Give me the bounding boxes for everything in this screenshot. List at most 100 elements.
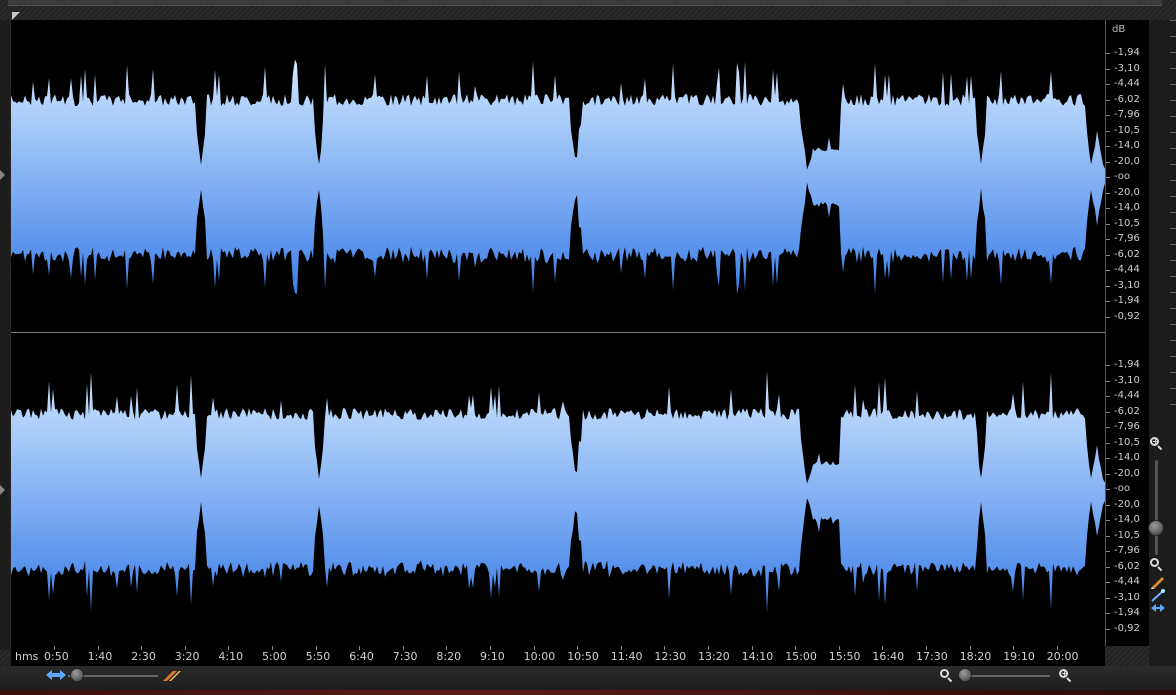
db-tick bbox=[1106, 115, 1110, 116]
left-channel-waveform[interactable] bbox=[11, 20, 1105, 332]
left-waveform-graphic bbox=[11, 59, 1105, 295]
time-label: 2:30 bbox=[131, 650, 156, 663]
marker-tool-icon[interactable] bbox=[163, 669, 181, 681]
time-label: 7:30 bbox=[392, 650, 418, 663]
time-label: 1:40 bbox=[87, 650, 113, 663]
db-tick bbox=[1106, 582, 1110, 583]
vertical-zoom-track[interactable] bbox=[1155, 460, 1158, 555]
db-label: -10,5 bbox=[1114, 217, 1140, 229]
db-label: -14,0 bbox=[1114, 140, 1140, 151]
db-label: -1,94 bbox=[1114, 359, 1140, 370]
db-label: -4,44 bbox=[1114, 264, 1140, 275]
db-label: -7,96 bbox=[1114, 233, 1140, 244]
time-label: 19:10 bbox=[1003, 650, 1035, 663]
time-label: 5:50 bbox=[305, 650, 331, 663]
time-label: 10:00 bbox=[523, 650, 556, 663]
db-tick bbox=[1106, 489, 1110, 490]
db-label: -1,94 bbox=[1114, 47, 1140, 58]
horizontal-zoom-out-icon[interactable] bbox=[939, 668, 953, 683]
time-unit-label: hms bbox=[15, 650, 39, 663]
db-tick bbox=[1106, 130, 1110, 132]
db-label: -20,0 bbox=[1114, 498, 1140, 510]
time-label: 9:10 bbox=[480, 650, 505, 663]
time-label: 15:00 bbox=[785, 650, 817, 663]
pencil-tool-icon[interactable] bbox=[1150, 575, 1166, 589]
db-label: -6,02 bbox=[1114, 560, 1140, 572]
time-label: 11:40 bbox=[610, 650, 643, 663]
zoom-in-icon[interactable]: + bbox=[1149, 436, 1163, 451]
start-marker-icon[interactable] bbox=[12, 12, 20, 20]
db-tick bbox=[1106, 473, 1110, 475]
db-tick bbox=[1106, 301, 1110, 302]
db-tick bbox=[1106, 442, 1110, 444]
db-tick bbox=[1106, 427, 1110, 428]
db-tick bbox=[1106, 535, 1110, 537]
right-channel-marker-icon[interactable] bbox=[0, 485, 5, 495]
db-label: -6,02 bbox=[1114, 248, 1140, 260]
db-label: -10,5 bbox=[1114, 436, 1140, 448]
db-label: -1,94 bbox=[1114, 607, 1140, 618]
db-label: -20,0 bbox=[1114, 155, 1140, 167]
brush-tool-icon[interactable] bbox=[1150, 589, 1166, 603]
db-label: -oo bbox=[1114, 483, 1131, 494]
db-label: -14,0 bbox=[1114, 452, 1140, 463]
db-tick bbox=[1106, 380, 1110, 382]
db-label: -3,10 bbox=[1114, 591, 1140, 603]
db-tick bbox=[1106, 316, 1110, 318]
window-edge bbox=[0, 690, 1176, 695]
db-label: -20,0 bbox=[1114, 186, 1140, 198]
horizontal-zoom-in-icon[interactable]: + bbox=[1058, 668, 1072, 683]
db-label: -0,92 bbox=[1114, 622, 1140, 634]
db-tick bbox=[1106, 566, 1110, 568]
db-tick bbox=[1106, 504, 1110, 506]
db-tick bbox=[1106, 146, 1110, 147]
db-tick bbox=[1106, 285, 1110, 287]
time-zoom-knob[interactable] bbox=[70, 668, 84, 682]
db-tick bbox=[1106, 551, 1110, 552]
db-label: -3,10 bbox=[1114, 62, 1140, 74]
db-tick bbox=[1106, 84, 1110, 85]
db-tick bbox=[1106, 365, 1110, 366]
db-tick bbox=[1106, 223, 1110, 225]
right-channel-waveform[interactable] bbox=[11, 334, 1105, 646]
db-label: -14,0 bbox=[1114, 202, 1140, 213]
db-tick bbox=[1106, 208, 1110, 209]
time-label: 0:50 bbox=[44, 650, 69, 663]
db-tick bbox=[1106, 597, 1110, 599]
time-label: 16:40 bbox=[872, 650, 905, 663]
left-channel-marker-icon[interactable] bbox=[0, 170, 5, 180]
time-label: 14:10 bbox=[741, 650, 774, 663]
db-label: -1,94 bbox=[1114, 295, 1140, 306]
db-label: -4,44 bbox=[1114, 78, 1140, 89]
db-tick bbox=[1106, 396, 1110, 397]
db-tick bbox=[1106, 177, 1110, 178]
playhead-scroll-icon[interactable] bbox=[46, 669, 66, 681]
db-tick bbox=[1106, 270, 1110, 271]
time-label: 3:20 bbox=[174, 650, 200, 663]
top-scrollbar[interactable] bbox=[8, 0, 1162, 6]
side-ticks bbox=[1170, 20, 1176, 420]
db-label: -20,0 bbox=[1114, 467, 1140, 479]
fit-horizontal-icon[interactable] bbox=[1150, 602, 1166, 614]
db-tick bbox=[1106, 520, 1110, 521]
db-label: -6,02 bbox=[1114, 93, 1140, 105]
time-label: 12:30 bbox=[654, 650, 687, 663]
db-label: -7,96 bbox=[1114, 421, 1140, 432]
db-tick bbox=[1106, 411, 1110, 413]
time-label: 8:20 bbox=[436, 650, 462, 663]
db-label: -oo bbox=[1114, 171, 1131, 182]
db-tick bbox=[1106, 628, 1110, 630]
db-tick bbox=[1106, 99, 1110, 101]
time-ruler[interactable]: hms 0:50 1:40 2:30 3:20 4:10 5:00 5:50 6:40 7:30… bbox=[11, 646, 1105, 666]
channel-divider bbox=[11, 332, 1105, 333]
waveform-view[interactable] bbox=[11, 20, 1105, 646]
time-label: 15:50 bbox=[828, 650, 861, 663]
db-tick bbox=[1106, 458, 1110, 459]
channel-rail bbox=[0, 20, 10, 650]
db-tick bbox=[1106, 613, 1110, 614]
db-label: -7,96 bbox=[1114, 545, 1140, 556]
time-label: 20:00 bbox=[1046, 650, 1079, 663]
zoom-out-icon[interactable] bbox=[1149, 557, 1163, 572]
db-label: -10,5 bbox=[1114, 124, 1140, 136]
db-label: -3,10 bbox=[1114, 374, 1140, 386]
